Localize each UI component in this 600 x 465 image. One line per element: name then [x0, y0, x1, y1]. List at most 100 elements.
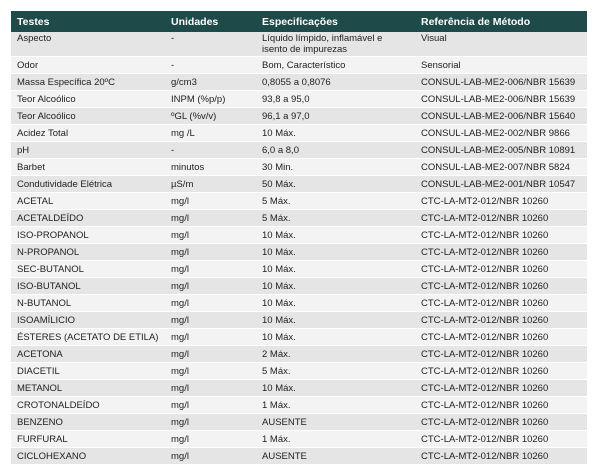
unit-cell: mg/l: [165, 260, 256, 278]
method-reference-cell: CTC-LA-MT2-012/NBR 10260: [415, 379, 587, 397]
specification-cell: 96,1 a 97,0: [256, 107, 415, 125]
specification-cell: 10 Máx.: [256, 226, 415, 244]
specifications-table: Testes Unidades Especificações Referênci…: [11, 11, 587, 465]
table-row: Aspecto - Líquido límpido, inflamável e is…: [11, 32, 587, 57]
unit-cell: mg/l: [165, 413, 256, 431]
unit-cell: INPM (%p/p): [165, 90, 256, 108]
specification-cell: 0,8055 a 0,8076: [256, 73, 415, 91]
specification-cell: 50 Máx.: [256, 175, 415, 193]
table-row: Teor Alcoólico ºGL (%v/v) 96,1 a 97,0 CONSU…: [11, 107, 587, 125]
unit-cell: mg/l: [165, 396, 256, 414]
test-name-cell: ISOAMÍLICIO: [11, 311, 165, 329]
test-name-cell: ÉSTERES (ACETATO DE ETILA): [11, 328, 165, 346]
method-reference-cell: CONSUL-LAB-ME2-001/NBR 10547: [415, 175, 587, 193]
table-row: DIACETIL mg/l 5 Máx. CTC-LA-MT2-012/NBR 102…: [11, 362, 587, 380]
unit-cell: minutos: [165, 158, 256, 176]
header-unidades: Unidades: [171, 15, 219, 28]
method-reference-cell: CTC-LA-MT2-012/NBR 10260: [415, 209, 587, 227]
header-especificacoes: Especificações: [262, 15, 338, 28]
table-body: Aspecto - Líquido límpido, inflamável e is…: [11, 32, 587, 465]
table-row: Teor Alcoólico INPM (%p/p) 93,8 a 95,0 CONS…: [11, 90, 587, 108]
specification-cell: AUSENTE: [256, 447, 415, 465]
header-testes: Testes: [17, 15, 50, 28]
specification-cell: 5 Máx.: [256, 192, 415, 210]
test-name-cell: ACETONA: [11, 345, 165, 363]
unit-cell: mg/l: [165, 362, 256, 380]
test-name-cell: N-PROPANOL: [11, 243, 165, 261]
method-reference-cell: CTC-LA-MT2-012/NBR 10260: [415, 311, 587, 329]
specification-cell: 30 Min.: [256, 158, 415, 176]
table-row: Acidez Total mg /L 10 Máx. CONSUL-LAB-ME2-0…: [11, 124, 587, 142]
method-reference-cell: CONSUL-LAB-ME2-005/NBR 10891: [415, 141, 587, 159]
unit-cell: mg/l: [165, 294, 256, 312]
specification-cell: 5 Máx.: [256, 209, 415, 227]
specification-cell: Bom, Característico: [256, 56, 415, 74]
specification-cell: 93,8 a 95,0: [256, 90, 415, 108]
table-row: SEC-BUTANOL mg/l 10 Máx. CTC-LA-MT2-012/NBR…: [11, 260, 587, 278]
table-row: ÉSTERES (ACETATO DE ETILA) mg/l 10 Máx. CTC…: [11, 328, 587, 346]
table-row: ISO-BUTANOL mg/l 10 Máx. CTC-LA-MT2-012/NBR…: [11, 277, 587, 295]
test-name-cell: ISO-PROPANOL: [11, 226, 165, 244]
method-reference-cell: CTC-LA-MT2-012/NBR 10260: [415, 226, 587, 244]
test-name-cell: CROTONALDEÍDO: [11, 396, 165, 414]
method-reference-cell: CONSUL-LAB-ME2-007/NBR 5824: [415, 158, 587, 176]
test-name-cell: DIACETIL: [11, 362, 165, 380]
unit-cell: mg/l: [165, 226, 256, 244]
unit-cell: µS/m: [165, 175, 256, 193]
method-reference-cell: CTC-LA-MT2-012/NBR 10260: [415, 447, 587, 465]
method-reference-cell: CTC-LA-MT2-012/NBR 10260: [415, 294, 587, 312]
table-row: N-BUTANOL mg/l 10 Máx. CTC-LA-MT2-012/NBR 1…: [11, 294, 587, 312]
method-reference-cell: CTC-LA-MT2-012/NBR 10260: [415, 362, 587, 380]
header-referencia-metodo: Referência de Método: [421, 15, 531, 28]
specification-cell: 10 Máx.: [256, 277, 415, 295]
table-header: Testes Unidades Especificações Referênci…: [11, 11, 587, 32]
unit-cell: g/cm3: [165, 73, 256, 91]
test-name-cell: ACETAL: [11, 192, 165, 210]
specification-cell: AUSENTE: [256, 413, 415, 431]
table-row: ACETALDEÍDO mg/l 5 Máx. CTC-LA-MT2-012/NBR …: [11, 209, 587, 227]
method-reference-cell: CONSUL-LAB-ME2-002/NBR 9866: [415, 124, 587, 142]
table-row: ACETONA mg/l 2 Máx. CTC-LA-MT2-012/NBR 1026…: [11, 345, 587, 363]
unit-cell: mg/l: [165, 345, 256, 363]
table-row: FURFURAL mg/l 1 Máx. CTC-LA-MT2-012/NBR 10…: [11, 430, 587, 448]
method-reference-cell: CTC-LA-MT2-012/NBR 10260: [415, 396, 587, 414]
table-row: Barbet minutos 30 Min. CONSUL-LAB-ME2-007/N…: [11, 158, 587, 176]
test-name-cell: Barbet: [11, 158, 165, 176]
table-row: METANOL mg/l 10 Máx. CTC-LA-MT2-012/NBR 102…: [11, 379, 587, 397]
specification-cell: 10 Máx.: [256, 124, 415, 142]
table-row: Massa Específica 20ºC g/cm3 0,8055 a 0,807…: [11, 73, 587, 91]
specification-cell: 1 Máx.: [256, 396, 415, 414]
method-reference-cell: CTC-LA-MT2-012/NBR 10260: [415, 277, 587, 295]
method-reference-cell: CONSUL-LAB-ME2-006/NBR 15639: [415, 90, 587, 108]
specification-cell: 10 Máx.: [256, 311, 415, 329]
unit-cell: -: [165, 32, 256, 57]
test-name-cell: Condutividade Elétrica: [11, 175, 165, 193]
test-name-cell: CICLOHEXANO: [11, 447, 165, 465]
header-row: Testes Unidades Especificações Referênci…: [11, 11, 587, 32]
test-name-cell: N-BUTANOL: [11, 294, 165, 312]
test-name-cell: Teor Alcoólico: [11, 90, 165, 108]
table-row: BENZENO mg/l AUSENTE CTC-LA-MT2-012/NBR 102…: [11, 413, 587, 431]
test-name-cell: Acidez Total: [11, 124, 165, 142]
test-name-cell: ISO-BUTANOL: [11, 277, 165, 295]
unit-cell: mg/l: [165, 277, 256, 295]
method-reference-cell: CTC-LA-MT2-012/NBR 10260: [415, 345, 587, 363]
table-row: ISOAMÍLICIO mg/l 10 Máx. CTC-LA-MT2-012/NBR…: [11, 311, 587, 329]
specification-cell: 10 Máx.: [256, 294, 415, 312]
test-name-cell: BENZENO: [11, 413, 165, 431]
test-name-cell: Aspecto: [11, 32, 165, 57]
test-name-cell: pH: [11, 141, 165, 159]
unit-cell: mg/l: [165, 328, 256, 346]
test-name-cell: ACETALDEÍDO: [11, 209, 165, 227]
unit-cell: mg/l: [165, 379, 256, 397]
method-reference-cell: CTC-LA-MT2-012/NBR 10260: [415, 260, 587, 278]
method-reference-cell: CONSUL-LAB-ME2-006/NBR 15639: [415, 73, 587, 91]
specification-cell: Líquido límpido, inflamável e isento de …: [256, 32, 415, 57]
test-name-cell: METANOL: [11, 379, 165, 397]
method-reference-cell: CONSUL-LAB-ME2-006/NBR 15640: [415, 107, 587, 125]
unit-cell: mg/l: [165, 192, 256, 210]
table-row: CROTONALDEÍDO mg/l 1 Máx. CTC-LA-MT2-012/NB…: [11, 396, 587, 414]
specification-cell: 6,0 a 8,0: [256, 141, 415, 159]
method-reference-cell: CTC-LA-MT2-012/NBR 10260: [415, 243, 587, 261]
test-name-cell: SEC-BUTANOL: [11, 260, 165, 278]
